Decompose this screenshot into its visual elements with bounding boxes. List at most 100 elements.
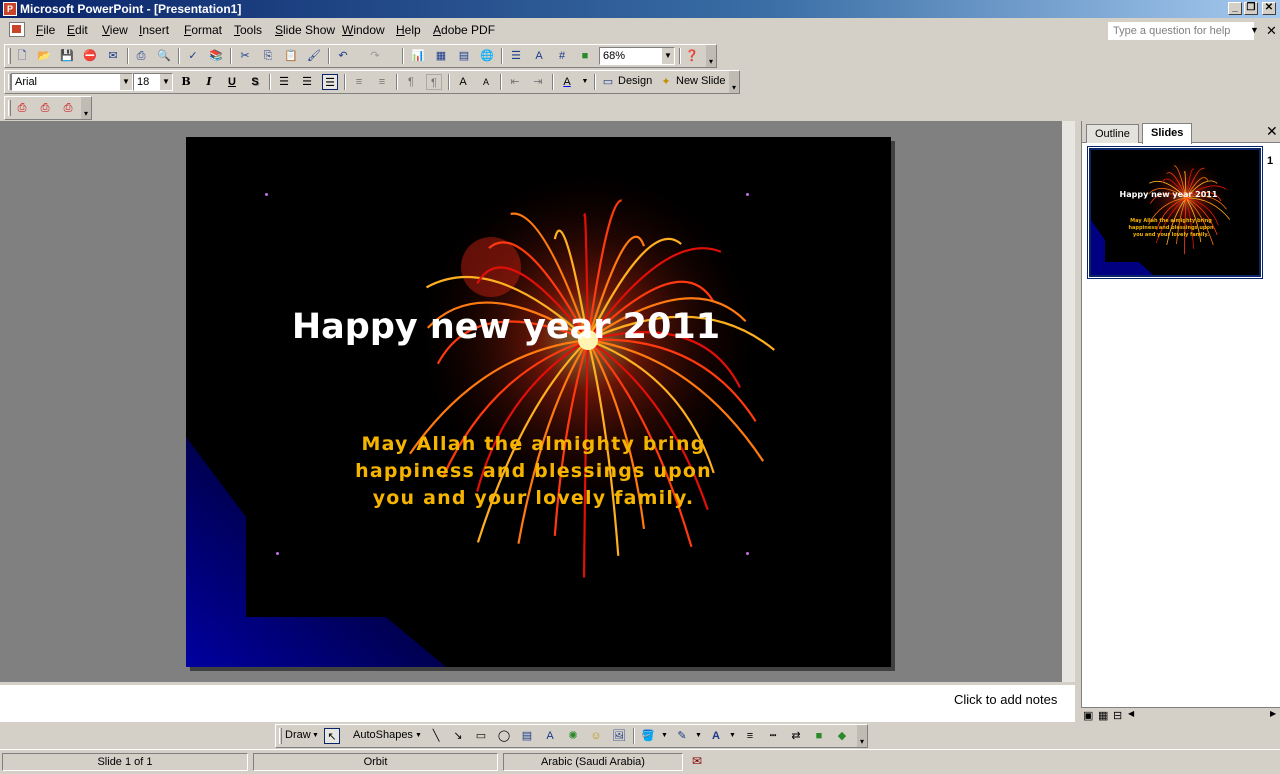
notes-pane[interactable]: Click to add notes: [0, 682, 1075, 722]
slide-sorter-icon[interactable]: ▦: [1098, 709, 1108, 722]
minimize-button[interactable]: _: [1228, 2, 1242, 15]
help-icon[interactable]: ❓: [684, 48, 700, 64]
open-folder-icon[interactable]: 📂: [36, 48, 52, 64]
diagram-icon[interactable]: ✺: [565, 728, 581, 744]
toolbar-options-icon[interactable]: ▾: [729, 71, 739, 93]
font-color-icon[interactable]: A: [708, 728, 724, 744]
arrow-icon[interactable]: ↘: [450, 728, 466, 744]
slide-thumbnail[interactable]: Happy new year 2011 May Allah the almigh…: [1089, 148, 1261, 277]
autoshapes-menu-button[interactable]: AutoShapes: [353, 729, 413, 741]
convert-review-pdf-icon[interactable]: ⎙: [60, 100, 76, 116]
menu-help[interactable]: Help: [396, 23, 421, 37]
convert-email-pdf-icon[interactable]: ⎙: [37, 100, 53, 116]
vertical-scrollbar[interactable]: [1062, 121, 1075, 682]
show-grid-icon[interactable]: #: [554, 48, 570, 64]
align-right-icon[interactable]: ☰: [322, 74, 338, 90]
slide-show-icon[interactable]: ⊟: [1113, 709, 1122, 722]
spelling-icon[interactable]: ✓: [185, 48, 201, 64]
close-button[interactable]: ✕: [1262, 2, 1276, 15]
toolbar-options-icon[interactable]: ▾: [857, 725, 867, 747]
show-formatting-icon[interactable]: A: [531, 48, 547, 64]
selection-handle[interactable]: [265, 193, 268, 196]
convert-to-pdf-icon[interactable]: ⎙: [14, 100, 30, 116]
oval-icon[interactable]: ◯: [496, 728, 512, 744]
menu-tools[interactable]: Tools: [234, 23, 262, 37]
chevron-down-icon[interactable]: ▼: [1250, 25, 1259, 35]
fill-color-icon[interactable]: 🪣: [640, 728, 656, 744]
permission-icon[interactable]: ⛔: [82, 48, 98, 64]
increase-indent-icon[interactable]: ⇥: [530, 74, 546, 90]
italic-button[interactable]: I: [201, 74, 217, 90]
design-button[interactable]: Design: [618, 75, 652, 87]
ltr-icon[interactable]: ¶: [403, 74, 419, 90]
bold-button[interactable]: B: [178, 74, 194, 90]
spelling-status-icon[interactable]: ✉: [692, 754, 702, 768]
menu-slide-show[interactable]: Slide Show: [275, 23, 335, 37]
insert-hyperlink-icon[interactable]: 🌐: [479, 48, 495, 64]
shadow-button[interactable]: S: [247, 74, 263, 90]
menu-window[interactable]: Window: [342, 23, 385, 37]
paste-icon[interactable]: 📋: [283, 48, 299, 64]
new-slide-button[interactable]: New Slide: [676, 75, 726, 87]
shadow-style-icon[interactable]: ■: [811, 728, 827, 744]
copy-icon[interactable]: ⎘: [260, 48, 276, 64]
expand-all-icon[interactable]: ☰: [508, 48, 524, 64]
select-objects-icon[interactable]: ↖: [324, 728, 340, 744]
menu-view[interactable]: View: [102, 23, 128, 37]
help-search-input[interactable]: Type a question for help: [1108, 22, 1254, 40]
chevron-down-icon[interactable]: ▼: [729, 732, 736, 739]
menu-insert[interactable]: Insert: [139, 23, 169, 37]
clip-art-icon[interactable]: ☺: [588, 728, 604, 744]
research-icon[interactable]: 📚: [208, 48, 224, 64]
zoom-select[interactable]: 68% ▼: [599, 47, 675, 65]
chevron-down-icon[interactable]: ▼: [577, 74, 593, 90]
email-icon[interactable]: ✉: [105, 48, 121, 64]
tables-borders-icon[interactable]: ▤: [456, 48, 472, 64]
print-preview-icon[interactable]: 🔍: [156, 48, 172, 64]
menu-format[interactable]: Format: [184, 23, 222, 37]
toolbar-options-icon[interactable]: ▾: [81, 97, 91, 119]
undo-icon[interactable]: ↶: [335, 48, 351, 64]
textbox-icon[interactable]: ▤: [519, 728, 535, 744]
menu-file[interactable]: File: [36, 23, 55, 37]
toolbar-options-icon[interactable]: ▾: [706, 45, 716, 67]
tab-outline[interactable]: Outline: [1086, 124, 1139, 143]
document-icon[interactable]: [9, 22, 25, 37]
bullets-icon[interactable]: ≡: [374, 74, 390, 90]
slide-canvas[interactable]: Happy new year 2011 May Allah the almigh…: [186, 137, 891, 667]
font-select[interactable]: Arial ▼: [11, 73, 133, 91]
restore-button[interactable]: ❐: [1244, 2, 1258, 15]
tab-slides[interactable]: Slides: [1142, 123, 1193, 144]
align-center-icon[interactable]: ☰: [299, 74, 315, 90]
scroll-right-icon[interactable]: ▶: [1270, 709, 1276, 718]
dash-style-icon[interactable]: ┅: [765, 728, 781, 744]
line-icon[interactable]: ╲: [428, 728, 444, 744]
selection-handle[interactable]: [746, 552, 749, 555]
new-document-icon[interactable]: 🗋: [14, 48, 30, 64]
menu-adobe-pdf[interactable]: Adobe PDF: [433, 23, 495, 37]
close-icon[interactable]: ✕: [1266, 123, 1278, 140]
line-color-icon[interactable]: ✎: [674, 728, 690, 744]
3d-style-icon[interactable]: ◆: [834, 728, 850, 744]
insert-chart-icon[interactable]: 📊: [410, 48, 426, 64]
align-left-icon[interactable]: ☰: [276, 74, 292, 90]
rtl-icon[interactable]: ¶: [426, 74, 442, 90]
increase-font-icon[interactable]: A: [455, 74, 471, 90]
save-icon[interactable]: 💾: [59, 48, 75, 64]
slide-body-text[interactable]: May Allah the almighty bring happiness a…: [336, 431, 731, 512]
draw-menu-button[interactable]: Draw: [285, 729, 311, 741]
wordart-icon[interactable]: A: [542, 728, 558, 744]
selection-handle[interactable]: [746, 193, 749, 196]
format-painter-icon[interactable]: 🖌: [306, 48, 322, 64]
insert-table-icon[interactable]: ▦: [433, 48, 449, 64]
rectangle-icon[interactable]: ▭: [473, 728, 489, 744]
cut-icon[interactable]: ✂: [237, 48, 253, 64]
scroll-left-icon[interactable]: ◀: [1128, 709, 1134, 718]
numbering-icon[interactable]: ≡: [351, 74, 367, 90]
decrease-indent-icon[interactable]: ⇤: [507, 74, 523, 90]
arrow-style-icon[interactable]: ⇄: [788, 728, 804, 744]
selection-handle[interactable]: [276, 552, 279, 555]
decrease-font-icon[interactable]: A: [478, 74, 494, 90]
slide-title[interactable]: Happy new year 2011: [186, 307, 826, 347]
redo-icon[interactable]: ↷: [367, 48, 383, 64]
